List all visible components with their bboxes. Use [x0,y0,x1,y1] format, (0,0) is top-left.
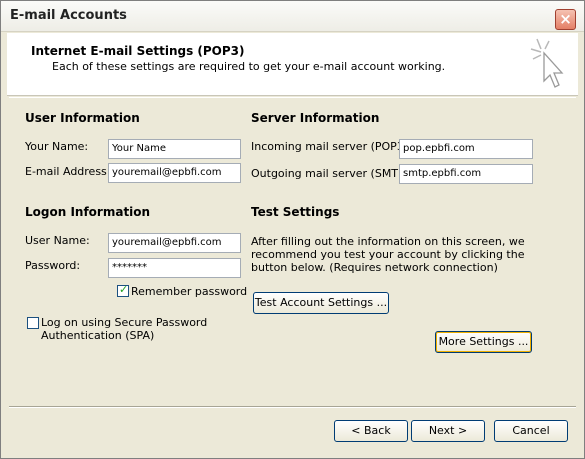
outgoing-server-field[interactable]: smtp.epbfi.com [399,164,533,184]
test-account-settings-button[interactable]: Test Account Settings ... [253,292,389,314]
password-field[interactable]: ******* [108,258,241,278]
incoming-server-field[interactable]: pop.epbfi.com [399,139,533,159]
spa-checkbox[interactable] [27,317,39,329]
email-address-field[interactable]: youremail@epbfi.com [108,163,241,183]
test-description-line1: After filling out the information on thi… [251,235,525,248]
close-icon: × [559,10,572,28]
test-description-line3: button below. (Requires network connecti… [251,261,498,274]
outgoing-server-label: Outgoing mail server (SMTP): [251,167,413,180]
sparkle-cursor-icon [530,38,564,88]
window-title: E-mail Accounts [10,8,127,23]
user-info-heading: User Information [25,111,140,125]
test-description-line2: recommend you test your account by click… [251,248,525,261]
checkmark-icon: ✓ [119,283,129,296]
header-divider [9,97,576,98]
wizard-header: Internet E-mail Settings (POP3) Each of … [7,33,578,96]
next-button[interactable]: Next > [411,420,485,442]
footer-separator [9,406,576,408]
back-button[interactable]: < Back [334,420,408,442]
cancel-button[interactable]: Cancel [494,420,568,442]
spa-label-line1: Log on using Secure Password [41,316,208,329]
title-bar[interactable]: E-mail Accounts × [1,1,584,32]
password-label: Password: [25,259,81,272]
email-accounts-dialog: E-mail Accounts × Internet E-mail Settin… [0,0,585,459]
your-name-field[interactable]: Your Name [108,139,241,159]
close-button[interactable]: × [555,9,576,30]
incoming-server-label: Incoming mail server (POP3): [251,140,412,153]
user-name-label: User Name: [25,234,90,247]
your-name-label: Your Name: [25,140,89,153]
spa-label-line2: Authentication (SPA) [41,329,155,342]
email-address-label: E-mail Address: [25,165,111,178]
remember-password-checkbox[interactable]: ✓ [117,283,129,297]
more-settings-button[interactable]: More Settings ... [435,331,532,353]
user-name-field[interactable]: youremail@epbfi.com [108,233,241,253]
server-info-heading: Server Information [251,111,380,125]
remember-password-label: Remember password [131,285,248,298]
header-subtitle: Each of these settings are required to g… [52,60,446,73]
test-settings-heading: Test Settings [251,205,340,219]
header-title: Internet E-mail Settings (POP3) [31,44,245,58]
logon-info-heading: Logon Information [25,205,151,219]
